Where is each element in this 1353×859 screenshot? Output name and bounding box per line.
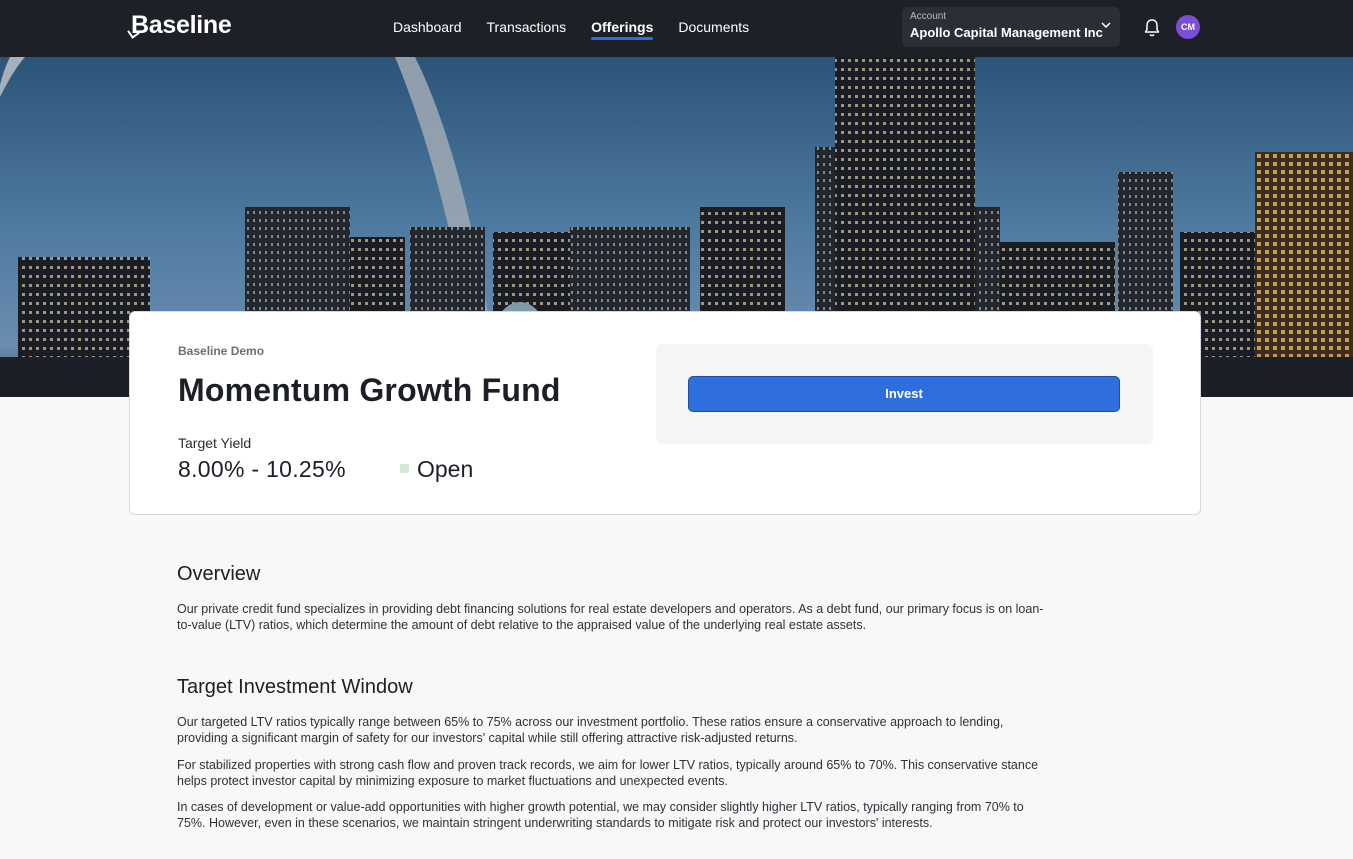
- top-navigation-bar: Baseline Dashboard Transactions Offering…: [0, 0, 1353, 57]
- target-window-heading: Target Investment Window: [177, 676, 413, 698]
- nav-offerings[interactable]: Offerings: [591, 0, 654, 57]
- overview-heading: Overview: [177, 563, 261, 585]
- chevron-down-icon: [1101, 22, 1111, 29]
- account-name: Apollo Capital Management Inc: [910, 25, 1103, 40]
- paragraph-line: 75%. However, even in these scenarios, w…: [177, 815, 933, 830]
- nav-documents[interactable]: Documents: [678, 0, 749, 57]
- overview-line: to-value (LTV) ratios, which determine t…: [177, 617, 867, 632]
- paragraph-line: In cases of development or value-add opp…: [177, 800, 1024, 814]
- invest-panel: Invest: [656, 344, 1153, 444]
- paragraph-line: For stabilized properties with strong ca…: [177, 758, 1039, 772]
- nav-dashboard[interactable]: Dashboard: [393, 0, 462, 57]
- user-avatar[interactable]: CM: [1176, 15, 1200, 39]
- offering-title: Momentum Growth Fund: [178, 372, 561, 408]
- baseline-logo[interactable]: Baseline: [131, 11, 232, 40]
- overview-text: Our private credit fund specializes in p…: [177, 602, 1157, 633]
- overview-line: Our private credit fund specializes in p…: [177, 602, 1044, 616]
- paragraph-line: helps protect investor capital by minimi…: [177, 773, 728, 788]
- invest-button[interactable]: Invest: [688, 376, 1120, 412]
- account-switcher[interactable]: Account Apollo Capital Management Inc: [902, 7, 1120, 47]
- offering-status: Open: [417, 456, 474, 482]
- target-yield-label: Target Yield: [178, 435, 252, 451]
- target-window-paragraph-2: For stabilized properties with strong ca…: [177, 758, 1157, 789]
- target-yield-value: 8.00% - 10.25%: [178, 456, 346, 482]
- bell-icon[interactable]: [1143, 18, 1161, 38]
- main-nav: Dashboard Transactions Offerings Documen…: [393, 0, 774, 57]
- nav-transactions[interactable]: Transactions: [487, 0, 567, 57]
- paragraph-line: providing a significant margin of safety…: [177, 730, 798, 745]
- offering-summary-card: Baseline Demo Momentum Growth Fund Targe…: [129, 311, 1201, 515]
- account-label: Account: [910, 11, 947, 22]
- target-window-paragraph-3: In cases of development or value-add opp…: [177, 800, 1157, 831]
- paragraph-line: Our targeted LTV ratios typically range …: [177, 715, 1004, 729]
- status-indicator: [400, 464, 409, 473]
- target-window-paragraph-1: Our targeted LTV ratios typically range …: [177, 715, 1157, 746]
- sponsor-name: Baseline Demo: [178, 344, 265, 358]
